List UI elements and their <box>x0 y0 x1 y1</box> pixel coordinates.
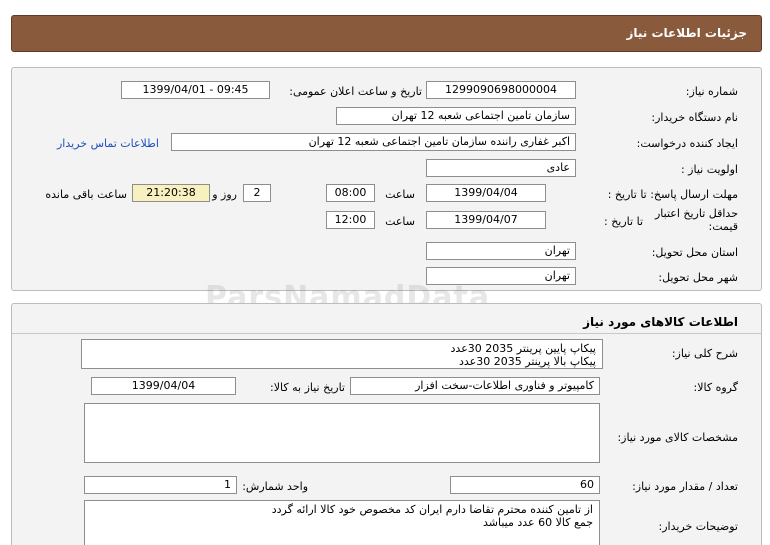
price-validity-label: حداقل تاریخ اعتبار <box>654 207 738 220</box>
buyer-org-field: سازمان تامین اجتماعی شعبه 12 تهران <box>336 107 576 125</box>
announce-datetime-label: تاریخ و ساعت اعلان عمومی: <box>289 85 422 98</box>
validity-time-label: ساعت <box>385 215 415 228</box>
remaining-days-label: روز و <box>212 188 237 201</box>
buyer-contact-link[interactable]: اطلاعات تماس خریدار <box>57 137 159 150</box>
description-line: پیکاپ پایین پرینتر 2035 30عدد <box>450 342 596 355</box>
deadline-time-label: ساعت <box>385 188 415 201</box>
quantity-label: تعداد / مقدار مورد نیاز: <box>632 480 738 493</box>
remaining-days-field: 2 <box>243 184 271 202</box>
description-line: پیکاپ بالا پرینتر 2035 30عدد <box>459 355 596 368</box>
goods-group-field: کامپیوتر و فناوری اطلاعات-سخت افزار <box>350 377 600 395</box>
delivery-city-label: شهر محل تحویل: <box>658 271 738 284</box>
need-info-panel <box>11 67 762 291</box>
quantity-field: 60 <box>450 476 600 494</box>
page-header: جزئیات اطلاعات نیاز <box>11 15 762 52</box>
delivery-province-field: تهران <box>426 242 576 260</box>
goods-section-divider <box>12 333 761 334</box>
deadline-date-field: 1399/04/04 <box>426 184 546 202</box>
remaining-time-field: 21:20:38 <box>132 184 210 202</box>
goods-section-title: اطلاعات کالاهای مورد نیاز <box>583 315 738 329</box>
buyer-notes-line: از تامین کننده محترم تقاضا دارم ایران کد… <box>271 503 593 516</box>
remaining-time-label: ساعت باقی مانده <box>45 188 127 201</box>
specs-field <box>84 403 600 463</box>
buyer-notes-label: توضیحات خریدار: <box>658 520 739 533</box>
need-number-field: 1299090698000004 <box>426 81 576 99</box>
price-validity-label-2: قیمت: <box>708 220 738 233</box>
announce-datetime-field: 1399/04/01 - 09:45 <box>121 81 270 99</box>
request-creator-label: ایجاد کننده درخواست: <box>636 137 738 150</box>
need-date-label: تاریخ نیاز به کالا: <box>270 381 345 394</box>
buyer-notes-line: جمع کالا 60 عدد میباشد <box>483 516 593 529</box>
page-title: جزئیات اطلاعات نیاز <box>626 26 747 40</box>
unit-label: واحد شمارش: <box>242 480 308 493</box>
request-creator-field: اکبر غفاری راننده سازمان تامین اجتماعی ش… <box>171 133 576 151</box>
need-date-field: 1399/04/04 <box>91 377 236 395</box>
goods-group-label: گروه کالا: <box>693 381 738 394</box>
validity-time-field: 12:00 <box>326 211 375 229</box>
delivery-city-field: تهران <box>426 267 576 285</box>
validity-until-label: تا تاریخ : <box>604 215 643 228</box>
deadline-time-field: 08:00 <box>326 184 375 202</box>
validity-date-field: 1399/04/07 <box>426 211 546 229</box>
description-field: پیکاپ پایین پرینتر 2035 30عدد پیکاپ بالا… <box>81 339 603 369</box>
description-label: شرح کلی نیاز: <box>671 347 738 360</box>
specs-label: مشخصات کالای مورد نیاز: <box>617 431 738 444</box>
priority-field: عادی <box>426 159 576 177</box>
delivery-province-label: استان محل تحویل: <box>651 246 738 259</box>
need-number-label: شماره نیاز: <box>685 85 738 98</box>
buyer-notes-field: از تامین کننده محترم تقاضا دارم ایران کد… <box>84 500 600 545</box>
buyer-org-label: نام دستگاه خریدار: <box>651 111 738 124</box>
deadline-label: مهلت ارسال پاسخ: تا تاریخ : <box>607 188 738 201</box>
priority-label: اولویت نیاز : <box>680 163 738 176</box>
unit-field: 1 <box>84 476 237 494</box>
